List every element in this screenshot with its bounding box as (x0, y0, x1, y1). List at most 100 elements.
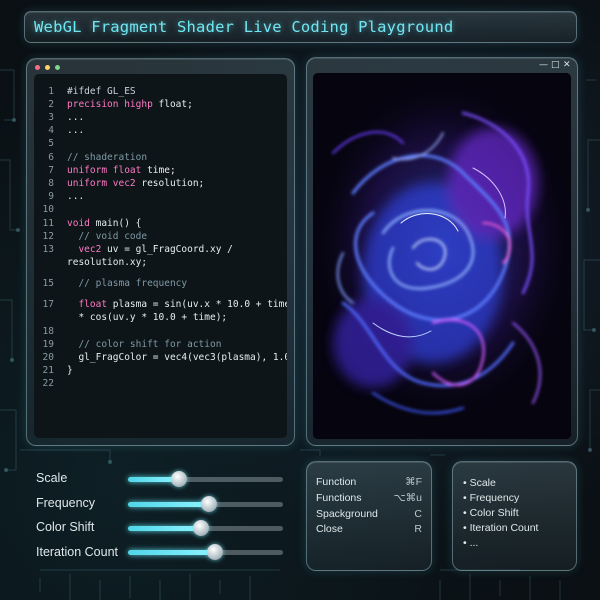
code-token: #ifdef GL_ES (67, 86, 136, 97)
code-token: vec2 (67, 244, 108, 255)
shader-canvas[interactable] (313, 73, 571, 439)
iteration-count-slider-knob[interactable] (206, 544, 223, 560)
line-content: // void code (67, 230, 147, 243)
code-token: resolution; (141, 178, 205, 189)
menu-item-shortcut: R (414, 523, 422, 535)
code-token: plasma = sin(uv.x * 10.0 + time) (112, 299, 287, 310)
iteration-count-label: Iteration Count (36, 545, 118, 559)
color-shift-slider-fill (128, 526, 201, 531)
code-line: 6 // shaderation (34, 151, 287, 164)
line-content: // plasma frequency (67, 277, 187, 290)
code-line: 19 // color shift for action (34, 338, 287, 351)
line-number: 8 (48, 178, 54, 189)
window-dots (35, 65, 60, 70)
code-line: 5 (34, 137, 287, 150)
list-item: • Frequency (463, 492, 520, 504)
color-shift-slider-knob[interactable] (192, 520, 209, 536)
line-content: // shaderation (67, 151, 147, 164)
line-content: // color shift for action (67, 338, 221, 351)
line-number: 13 (42, 244, 54, 255)
scale-slider[interactable] (128, 471, 283, 487)
code-text-area[interactable]: 1 #ifdef GL_ES 2 precision highp float; 3...… (34, 74, 287, 438)
line-content: * cos(uv.y * 10.0 + time); (67, 311, 227, 324)
code-line: 20 gl_FragColor = vec4(vec3(plasma), 1.0… (34, 351, 287, 364)
app-title: WebGL Fragment Shader Live Coding Playgr… (34, 18, 454, 36)
close-dot-icon[interactable] (35, 65, 40, 70)
code-line: 10 (34, 203, 287, 216)
code-token: float; (158, 99, 193, 110)
list-item: • Iteration Count (463, 522, 539, 534)
scale-label: Scale (36, 471, 68, 485)
iteration-count-slider-fill (128, 550, 215, 555)
code-line: 7 uniform float time; (34, 164, 287, 177)
code-token: resolution.xy; (67, 257, 148, 268)
line-content: resolution.xy; (67, 256, 147, 269)
function-menu: Function ⌘F Functions ⌥⌘u Spackground C Close R (306, 461, 432, 571)
line-number: 20 (42, 352, 54, 363)
menu-item-spackground[interactable]: Spackground C (316, 508, 422, 522)
code-token: } (67, 365, 73, 376)
line-content: uniform vec2 resolution; (67, 177, 204, 190)
code-line: 13 vec2 uv = gl_FragCoord.xy / (34, 243, 287, 256)
menu-item-shortcut: C (414, 508, 422, 520)
menu-item-function[interactable]: Function ⌘F (316, 476, 422, 490)
line-content: ... (67, 124, 84, 137)
line-number: 12 (42, 231, 54, 242)
code-line: 3... (34, 111, 287, 124)
frequency-slider-knob[interactable] (200, 496, 217, 512)
line-number: 6 (48, 152, 54, 163)
line-content: precision highp float; (67, 98, 193, 111)
list-item: • Scale (463, 477, 496, 489)
line-number: 10 (42, 204, 54, 215)
menu-item-shortcut: ⌥⌘u (393, 492, 422, 504)
code-token: // color shift for action (67, 339, 222, 350)
code-line: 9... (34, 190, 287, 203)
iteration-count-slider[interactable] (128, 544, 283, 560)
close-icon[interactable]: ✕ (563, 60, 571, 70)
menu-item-close[interactable]: Close R (316, 523, 422, 537)
code-line: 8 uniform vec2 resolution; (34, 177, 287, 190)
frequency-slider-fill (128, 502, 209, 507)
color-shift-slider[interactable] (128, 520, 283, 536)
menu-item-label: Function (316, 476, 357, 488)
line-number: 1 (48, 86, 54, 97)
code-token: // void code (67, 231, 148, 242)
list-item: • ... (463, 537, 479, 549)
code-token: ... (67, 112, 85, 123)
maximize-icon[interactable]: □ (551, 60, 560, 70)
line-number: 19 (42, 339, 54, 350)
code-token: float (67, 299, 113, 310)
code-token: // plasma frequency (67, 278, 188, 289)
line-number: 7 (48, 165, 54, 176)
line-content: ... (67, 190, 84, 203)
maximize-dot-icon[interactable] (55, 65, 60, 70)
line-number: 18 (42, 326, 54, 337)
code-line: resolution.xy; (34, 256, 287, 269)
code-line: 11 void main() { (34, 217, 287, 230)
parameter-list: • Scale • Frequency • Color Shift • Iterati… (452, 461, 577, 571)
code-line: 1 #ifdef GL_ES (34, 85, 287, 98)
line-number: 11 (42, 218, 54, 229)
menu-item-label: Close (316, 523, 343, 535)
line-content: vec2 uv = gl_FragCoord.xy / (67, 243, 233, 256)
minimize-dot-icon[interactable] (45, 65, 50, 70)
minimize-icon[interactable]: — (539, 60, 548, 70)
code-token: uniform float (67, 165, 148, 176)
line-number: 22 (42, 378, 54, 389)
menu-item-label: Spackground (316, 508, 378, 520)
color-shift-label: Color Shift (36, 520, 95, 534)
plasma-render (313, 73, 571, 439)
line-number: 17 (42, 299, 54, 310)
frequency-label: Frequency (36, 496, 96, 510)
frequency-slider[interactable] (128, 496, 283, 512)
code-token: uv = gl_FragCoord.xy / (107, 244, 233, 255)
code-token: ... (67, 125, 85, 136)
code-token: gl_FragColor = vec4(vec3(plasma), 1.0) (67, 352, 287, 363)
line-number: 4 (48, 125, 54, 136)
code-token: main() { (95, 218, 142, 229)
line-number: 21 (42, 365, 54, 376)
code-line: 17 float plasma = sin(uv.x * 10.0 + time… (34, 298, 287, 311)
menu-item-functions[interactable]: Functions ⌥⌘u (316, 492, 422, 506)
line-number: 5 (48, 138, 54, 149)
code-token: // shaderation (67, 152, 148, 163)
